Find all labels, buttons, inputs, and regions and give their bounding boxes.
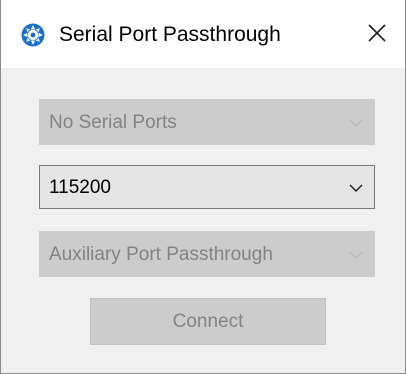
window-title: Serial Port Passthrough [59,23,281,46]
title-bar[interactable]: Serial Port Passthrough [1,0,405,68]
baud-rate-value: 115200 [49,177,111,198]
chevron-down-icon [348,115,364,131]
close-icon [367,23,387,48]
dialog-content: No Serial Ports 115200 Auxiliary Port Pa… [1,68,405,373]
passthrough-mode-value: Auxiliary Port Passthrough [49,244,273,265]
serial-port-value: No Serial Ports [49,112,177,133]
passthrough-mode-select[interactable]: Auxiliary Port Passthrough [39,231,375,277]
serial-port-select[interactable]: No Serial Ports [39,99,375,145]
baud-rate-select[interactable]: 115200 [39,165,375,209]
chevron-down-icon [348,247,364,263]
dialog-window: Serial Port Passthrough No Serial Ports … [0,0,406,374]
close-button[interactable] [357,16,397,54]
app-logo-icon [21,23,45,47]
connect-button[interactable]: Connect [90,298,326,345]
chevron-down-icon [348,180,364,196]
